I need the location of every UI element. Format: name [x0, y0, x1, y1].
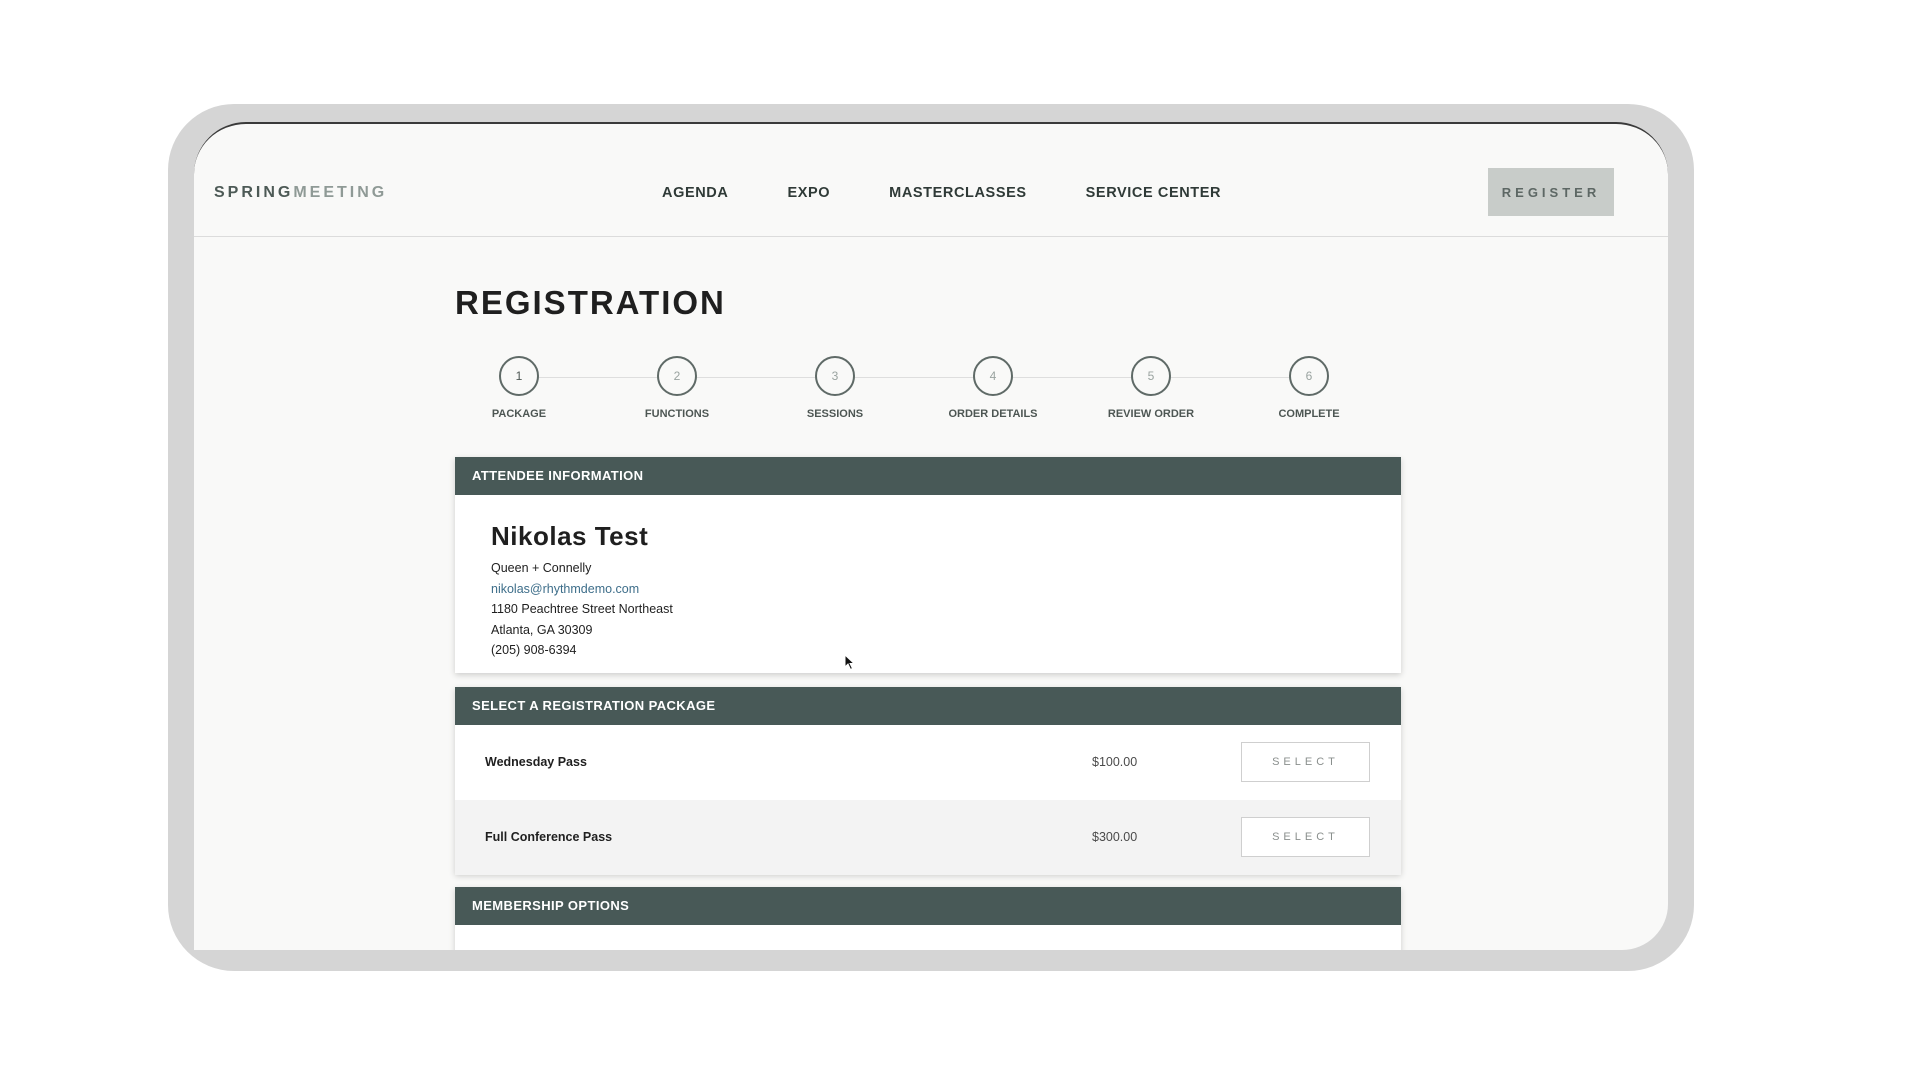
device-frame: SPRINGMEETING AGENDA EXPO MASTERCLASSES …: [168, 104, 1694, 971]
logo-meeting: MEETING: [293, 184, 388, 201]
step-label: PACKAGE: [491, 408, 547, 420]
attendee-panel-header: ATTENDEE INFORMATION: [455, 457, 1401, 495]
step-circle: 5: [1131, 356, 1171, 396]
membership-panel-header: MEMBERSHIP OPTIONS: [455, 887, 1401, 925]
package-name: Full Conference Pass: [485, 830, 613, 844]
step-label: REVIEW ORDER: [1107, 408, 1195, 420]
step-circle: 4: [973, 356, 1013, 396]
attendee-information-panel: ATTENDEE INFORMATION Nikolas Test Queen …: [455, 457, 1401, 673]
package-panel-header: SELECT A REGISTRATION PACKAGE: [455, 687, 1401, 725]
step-circle: 1: [499, 356, 539, 396]
nav-agenda[interactable]: AGENDA: [662, 185, 728, 201]
attendee-email-link[interactable]: nikolas@rhythmdemo.com: [491, 579, 1401, 600]
main-nav: AGENDA EXPO MASTERCLASSES SERVICE CENTER: [662, 185, 1221, 201]
step-circle: 3: [815, 356, 855, 396]
step-package[interactable]: 1 PACKAGE: [444, 356, 594, 420]
package-name: Wednesday Pass: [485, 755, 587, 769]
page-title: REGISTRATION: [455, 284, 726, 321]
attendee-phone: (205) 908-6394: [491, 643, 577, 657]
mouse-pointer-icon: [844, 654, 856, 671]
step-label: ORDER DETAILS: [948, 408, 1038, 420]
step-circle: 6: [1289, 356, 1329, 396]
nav-expo[interactable]: EXPO: [787, 185, 830, 201]
package-price: $300.00: [1092, 830, 1138, 844]
attendee-street: 1180 Peachtree Street Northeast: [491, 602, 673, 616]
nav-masterclasses[interactable]: MASTERCLASSES: [889, 185, 1027, 201]
attendee-details: Nikolas Test Queen + Connelly nikolas@rh…: [455, 495, 1401, 661]
attendee-company: Queen + Connelly: [491, 561, 592, 575]
step-label: FUNCTIONS: [644, 408, 710, 420]
package-price: $100.00: [1092, 755, 1138, 769]
attendee-name: Nikolas Test: [491, 521, 649, 551]
site-logo[interactable]: SPRINGMEETING: [214, 184, 387, 202]
step-order-details[interactable]: 4 ORDER DETAILS: [918, 356, 1068, 420]
registration-package-panel: SELECT A REGISTRATION PACKAGE Wednesday …: [455, 687, 1401, 875]
registration-stepper: 1 PACKAGE 2 FUNCTIONS 3 SESSIONS 4 ORDER…: [455, 356, 1401, 436]
step-complete[interactable]: 6 COMPLETE: [1234, 356, 1384, 420]
top-navigation-bar: SPRINGMEETING AGENDA EXPO MASTERCLASSES …: [194, 124, 1668, 237]
register-button[interactable]: REGISTER: [1488, 168, 1614, 216]
step-review-order[interactable]: 5 REVIEW ORDER: [1076, 356, 1226, 420]
nav-service-center[interactable]: SERVICE CENTER: [1086, 185, 1221, 201]
select-full-conference-pass-button[interactable]: SELECT: [1241, 817, 1370, 857]
step-circle: 2: [657, 356, 697, 396]
select-wednesday-pass-button[interactable]: SELECT: [1241, 742, 1370, 782]
logo-spring: SPRING: [214, 184, 294, 201]
package-row: Wednesday Pass $100.00 SELECT: [455, 725, 1401, 800]
step-sessions[interactable]: 3 SESSIONS: [760, 356, 910, 420]
screen: SPRINGMEETING AGENDA EXPO MASTERCLASSES …: [194, 122, 1668, 950]
membership-options-panel: MEMBERSHIP OPTIONS: [455, 887, 1401, 950]
step-functions[interactable]: 2 FUNCTIONS: [602, 356, 752, 420]
step-label: COMPLETE: [1278, 408, 1340, 420]
attendee-city: Atlanta, GA 30309: [491, 622, 593, 637]
step-label: SESSIONS: [806, 408, 864, 420]
package-row: Full Conference Pass $300.00 SELECT: [455, 800, 1401, 875]
